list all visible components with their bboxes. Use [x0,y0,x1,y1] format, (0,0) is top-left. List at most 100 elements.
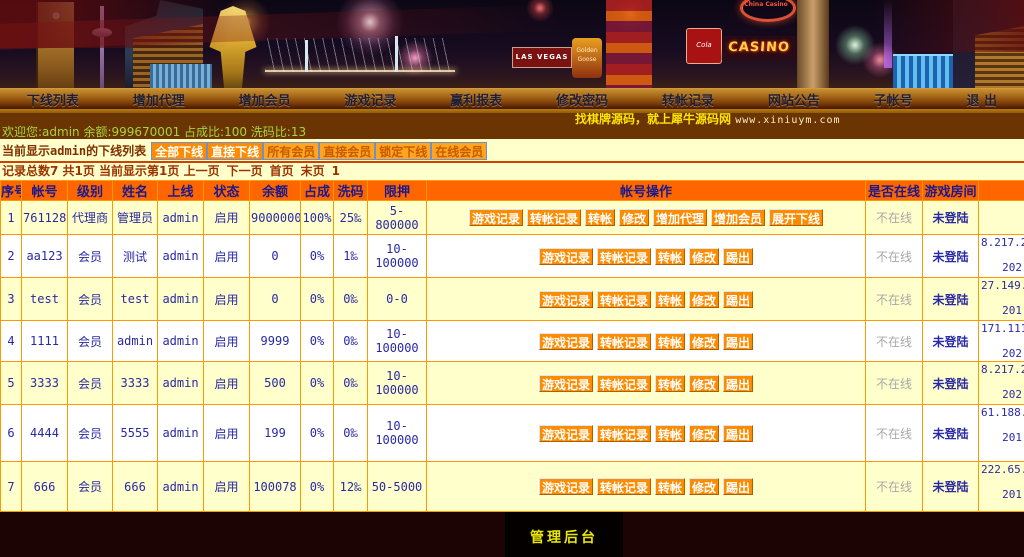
column-header-ip-time [979,181,1024,201]
action-button-transfer[interactable]: 转帐 [655,425,685,442]
action-button-transfer[interactable]: 转帐 [655,375,685,392]
cell-upline: admin [158,462,204,512]
action-button-transfer[interactable]: 转帐 [585,209,615,226]
filter-button-locked-downline[interactable]: 锁定下线 [375,142,431,160]
nav-item-sub-account[interactable]: 子帐号 [874,90,913,109]
cell-limit: 50-5000 [368,462,427,512]
pagination-last-page[interactable]: 末页 [301,164,325,178]
action-button-game-records[interactable]: 游戏记录 [539,248,593,265]
cell-account: 761128 [22,201,68,235]
action-button-game-records[interactable]: 游戏记录 [539,375,593,392]
filter-button-direct-members[interactable]: 直接会员 [319,142,375,160]
cell-upline: admin [158,235,204,278]
action-button-add-member[interactable]: 增加会员 [711,209,765,226]
nav-item-change-password[interactable]: 修改密码 [556,90,608,109]
action-button-edit[interactable]: 修改 [689,291,719,308]
nav-item-transfer-records[interactable]: 转帐记录 [662,90,714,109]
nav-item-add-agent[interactable]: 增加代理 [133,90,185,109]
pagination-next-page[interactable]: 下一页 [227,164,263,178]
filter-button-all-downline[interactable]: 全部下线 [151,142,207,160]
action-button-transfer-records[interactable]: 转帐记录 [597,291,651,308]
action-button-edit[interactable]: 修改 [689,333,719,350]
action-button-transfer[interactable]: 转帐 [655,333,685,350]
nav-item-logout[interactable]: 退 出 [967,90,998,109]
nav-item-game-records[interactable]: 游戏记录 [344,90,396,109]
cell-wash: 1‰ [334,235,368,278]
cell-online-status: 不在线 [866,462,923,512]
action-button-kick-out[interactable]: 踢出 [723,425,753,442]
cell-limit: 10-100000 [368,362,427,405]
cell-upline: admin [158,405,204,462]
action-button-edit[interactable]: 修改 [689,375,719,392]
action-button-kick-out[interactable]: 踢出 [723,333,753,350]
login-ip: 8.217.29 [981,363,1022,376]
action-button-game-records[interactable]: 游戏记录 [539,425,593,442]
cell-online-status: 不在线 [866,201,923,235]
cell-account: 666 [22,462,68,512]
cell-level: 会员 [68,362,113,405]
action-button-game-records[interactable]: 游戏记录 [539,333,593,350]
cell-upline: admin [158,321,204,362]
cell-ip-time: 61.188.201 [979,405,1024,462]
action-button-add-agent[interactable]: 增加代理 [653,209,707,226]
action-button-transfer-records[interactable]: 转帐记录 [597,333,651,350]
filter-button-online-members[interactable]: 在线会员 [431,142,487,160]
admin-backend-button[interactable]: 管理后台 [505,512,623,557]
cell-actions: 游戏记录转帐记录转帐修改踢出 [427,462,866,512]
action-button-game-records[interactable]: 游戏记录 [539,291,593,308]
pagination-prev-page[interactable]: 上一页 [184,164,220,178]
action-button-transfer-records[interactable]: 转帐记录 [597,248,651,265]
action-button-kick-out[interactable]: 踢出 [723,375,753,392]
action-button-transfer-records[interactable]: 转帐记录 [527,209,581,226]
cell-share: 0% [301,321,334,362]
action-button-kick-out[interactable]: 踢出 [723,291,753,308]
action-button-transfer[interactable]: 转帐 [655,248,685,265]
filter-button-direct-downline[interactable]: 直接下线 [207,142,263,160]
action-button-expand-downline[interactable]: 展开下线 [769,209,823,226]
action-button-game-records[interactable]: 游戏记录 [469,209,523,226]
filter-button-all-members[interactable]: 所有会员 [263,142,319,160]
table-row: 2aa123会员测试admin启用00%1‰10-100000游戏记录转帐记录转… [1,235,1024,278]
action-button-transfer[interactable]: 转帐 [655,478,685,495]
action-button-transfer-records[interactable]: 转帐记录 [597,425,651,442]
pagination-page-1[interactable]: 1 [332,164,340,178]
action-button-edit[interactable]: 修改 [689,425,719,442]
cell-actions: 游戏记录转帐记录转帐修改踢出 [427,405,866,462]
action-button-transfer[interactable]: 转帐 [655,291,685,308]
nav-item-profit-report[interactable]: 赢利报表 [450,90,502,109]
cell-level: 会员 [68,235,113,278]
cell-limit: 0-0 [368,278,427,321]
cell-name: 666 [113,462,158,512]
cell-balance: 100078 [250,462,301,512]
marquee-url[interactable]: www.xiniuym.com [735,115,840,126]
cell-status: 启用 [204,362,250,405]
nav-item-downline-list[interactable]: 下线列表 [27,90,79,109]
cell-index: 4 [1,321,22,362]
nav-item-site-announcement[interactable]: 网站公告 [768,90,820,109]
action-button-transfer-records[interactable]: 转帐记录 [597,375,651,392]
cell-balance: 500 [250,362,301,405]
action-button-edit[interactable]: 修改 [689,478,719,495]
cell-online-status: 不在线 [866,321,923,362]
action-button-transfer-records[interactable]: 转帐记录 [597,478,651,495]
column-header-status: 状态 [204,181,250,201]
pagination-first-page[interactable]: 首页 [270,164,294,178]
action-button-kick-out[interactable]: 踢出 [723,478,753,495]
table-row: 3test会员testadmin启用00%0‰0-0游戏记录转帐记录转帐修改踢出… [1,278,1024,321]
table-row: 7666会员666admin启用1000780%12‰50-5000游戏记录转帐… [1,462,1024,512]
cell-upline: admin [158,362,204,405]
cell-status: 启用 [204,201,250,235]
cell-status: 启用 [204,462,250,512]
action-button-edit[interactable]: 修改 [619,209,649,226]
cell-index: 1 [1,201,22,235]
action-button-edit[interactable]: 修改 [689,248,719,265]
pagination-bar: 记录总数7 共1页 当前显示第1页 上一页下一页首页末页1 [0,163,1024,180]
banner-sheen-overlay [820,0,1024,52]
column-header-share: 占成 [301,181,334,201]
action-button-kick-out[interactable]: 踢出 [723,248,753,265]
cell-share: 0% [301,278,334,321]
action-button-game-records[interactable]: 游戏记录 [539,478,593,495]
nav-item-add-member[interactable]: 增加会员 [239,90,291,109]
filter-label-suffix: 的下线列表 [86,144,146,158]
cell-level: 代理商 [68,201,113,235]
